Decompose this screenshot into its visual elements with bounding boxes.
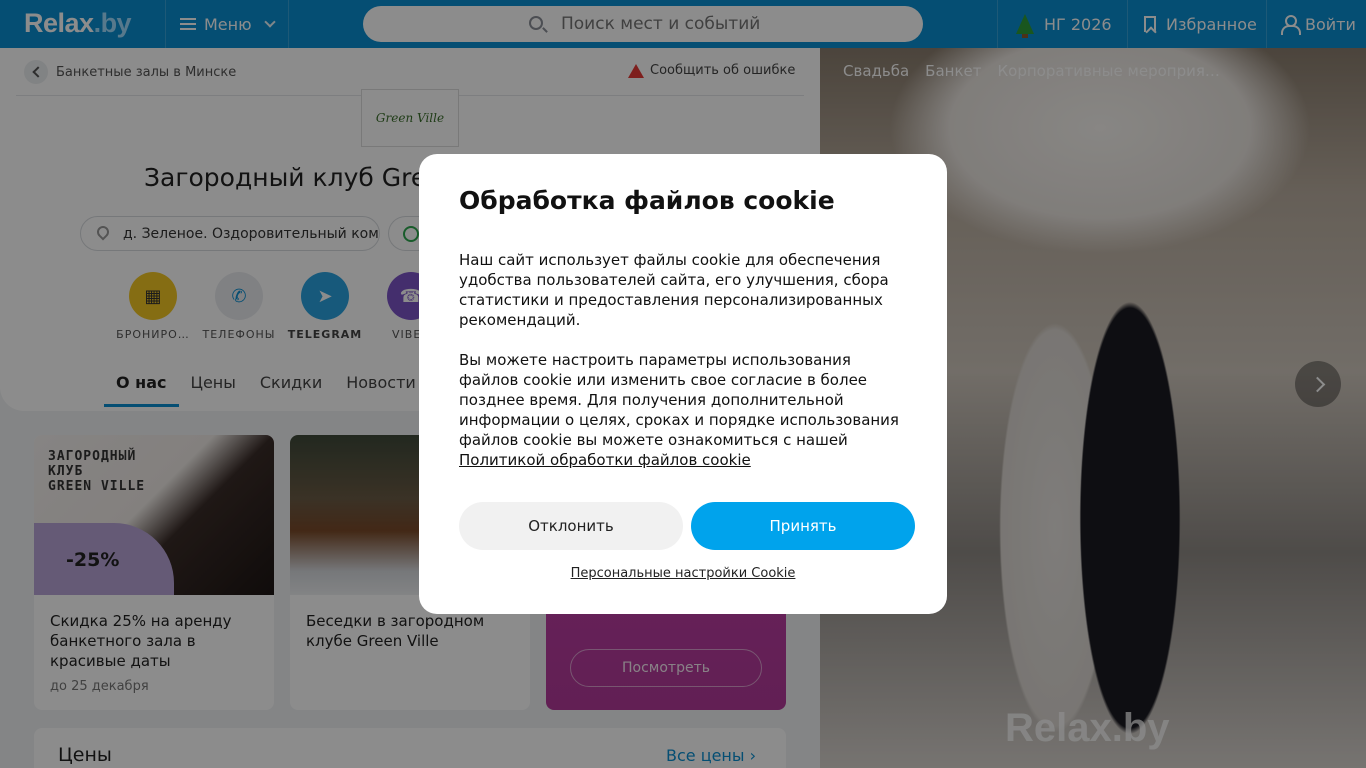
cookie-paragraph-1: Наш сайт использует файлы cookie для обе… (459, 251, 889, 329)
cookie-paragraph-2: Вы можете настроить параметры использова… (459, 350, 909, 470)
decline-button[interactable]: Отклонить (459, 502, 683, 550)
cookie-modal: Обработка файлов cookie Наш сайт использ… (419, 154, 947, 614)
cookie-paragraph-2-text: Вы можете настроить параметры использова… (459, 351, 899, 449)
cookie-modal-title: Обработка файлов cookie (459, 186, 835, 215)
cookie-policy-link[interactable]: Политикой обработки файлов cookie (459, 451, 751, 469)
cookie-settings-link[interactable]: Персональные настройки Cookie (419, 566, 947, 581)
accept-button[interactable]: Принять (691, 502, 915, 550)
